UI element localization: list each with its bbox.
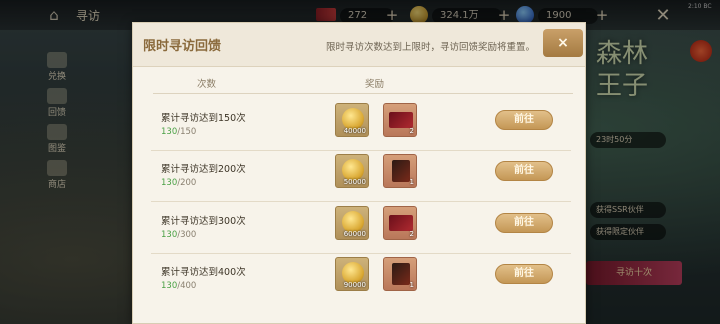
item-reward[interactable]: 1	[383, 257, 417, 291]
item-reward[interactable]: 2	[383, 103, 417, 137]
card-pack-icon	[392, 160, 410, 182]
close-button[interactable]: ×	[543, 29, 583, 57]
coin-reward[interactable]: 40000	[335, 103, 369, 137]
task-label: 累计寻访达到300次	[161, 216, 246, 227]
task-progress: 130/200	[161, 178, 197, 188]
reward-row: 累计寻访达到150次 130/150 40000 2 前往	[151, 101, 571, 151]
reward-row: 累计寻访达到300次 130/300 60000 2 前往	[151, 204, 571, 254]
task-label: 累计寻访达到400次	[161, 267, 246, 278]
go-button[interactable]: 前往	[495, 110, 553, 130]
column-count-header: 次数	[197, 79, 217, 90]
chest-icon	[389, 215, 413, 231]
task-label: 累计寻访达到150次	[161, 113, 246, 124]
go-button[interactable]: 前往	[495, 264, 553, 284]
coin-reward[interactable]: 50000	[335, 154, 369, 188]
item-reward[interactable]: 2	[383, 206, 417, 240]
chest-icon	[389, 112, 413, 128]
task-label: 累计寻访达到200次	[161, 164, 246, 175]
column-reward-header: 奖励	[365, 79, 385, 90]
modal-header: 限时寻访回馈 限时寻访次数达到上限时，寻访回馈奖励将重置。 ×	[133, 23, 585, 67]
reward-row: 累计寻访达到400次 130/400 90000 1 前往	[151, 255, 571, 305]
modal-hint: 限时寻访次数达到上限时，寻访回馈奖励将重置。	[325, 42, 535, 53]
reward-row: 累计寻访达到200次 130/200 50000 1 前往	[151, 152, 571, 202]
task-progress: 130/150	[161, 127, 197, 137]
item-reward[interactable]: 1	[383, 154, 417, 188]
go-button[interactable]: 前往	[495, 161, 553, 181]
task-progress: 130/300	[161, 230, 197, 240]
modal-title: 限时寻访回馈	[143, 39, 222, 54]
coin-reward[interactable]: 90000	[335, 257, 369, 291]
go-button[interactable]: 前往	[495, 213, 553, 233]
row-divider	[151, 253, 571, 254]
coin-reward[interactable]: 60000	[335, 206, 369, 240]
row-divider	[151, 201, 571, 202]
feedback-modal: 限时寻访回馈 限时寻访次数达到上限时，寻访回馈奖励将重置。 × 次数 奖励 累计…	[132, 22, 586, 324]
card-pack-icon	[392, 263, 410, 285]
row-divider	[151, 150, 571, 151]
task-progress: 130/400	[161, 281, 197, 291]
header-divider	[153, 93, 573, 94]
